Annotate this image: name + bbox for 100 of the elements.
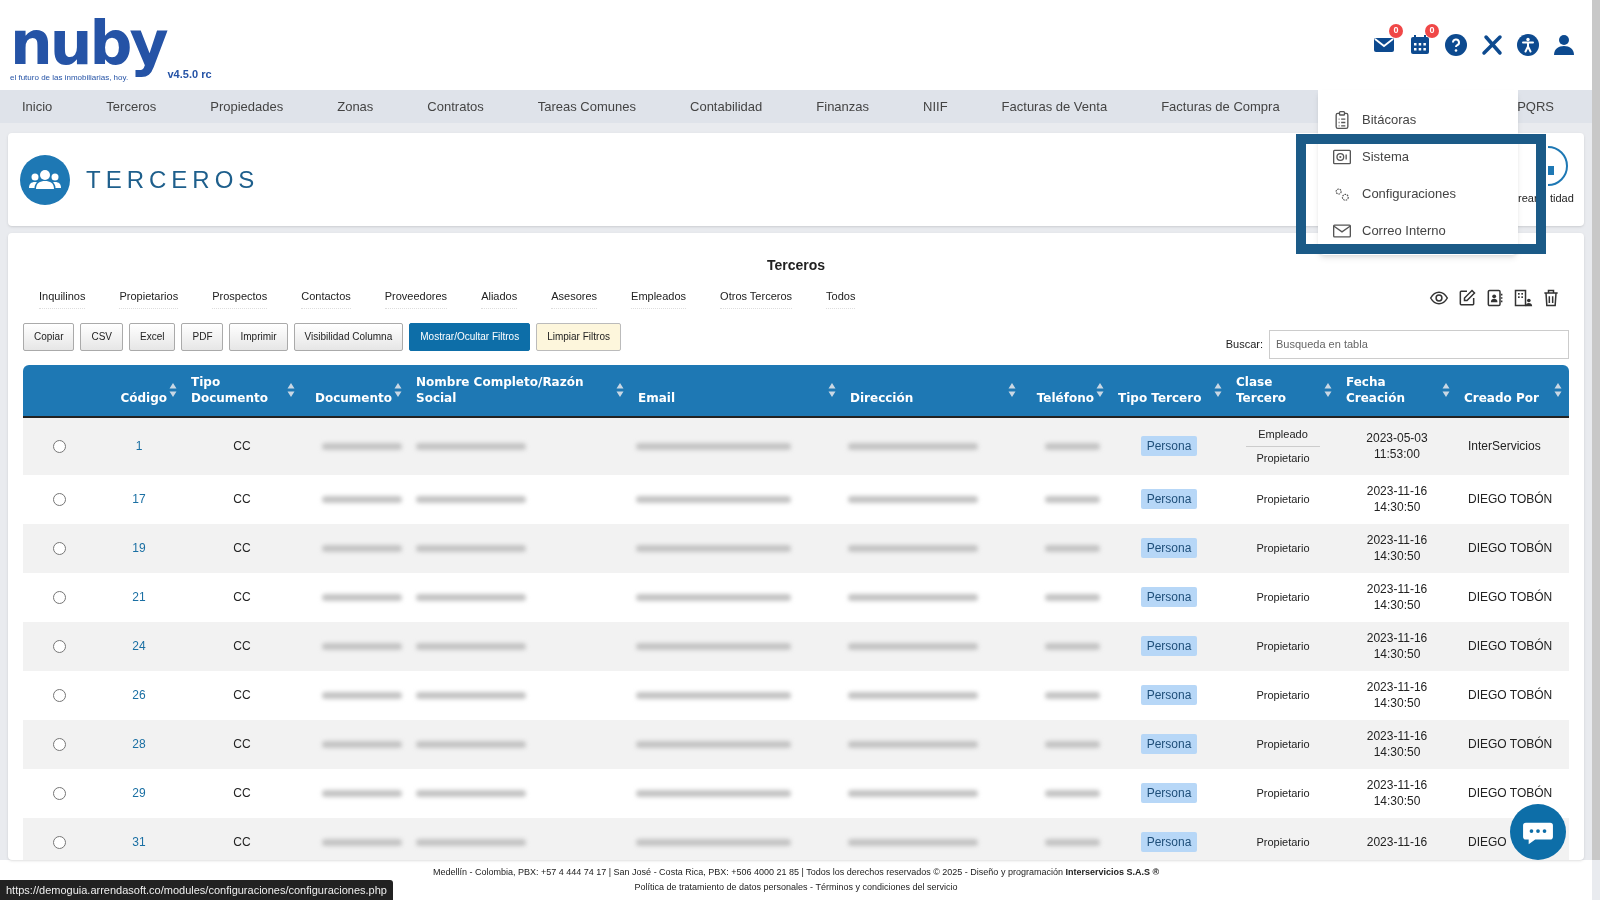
table-cell-text: CC bbox=[233, 687, 251, 704]
help-icon[interactable] bbox=[1444, 33, 1468, 57]
filter-tab[interactable]: Empleados bbox=[631, 288, 687, 309]
code-link[interactable]: 26 bbox=[132, 686, 146, 704]
dropdown-item[interactable]: Configuraciones bbox=[1332, 182, 1504, 206]
column-header[interactable]: Email bbox=[638, 389, 676, 406]
row-radio[interactable] bbox=[52, 639, 66, 653]
filter-tab[interactable]: Inquilinos bbox=[39, 288, 86, 309]
filter-tab[interactable]: Prospectos bbox=[212, 288, 268, 309]
filter-tab[interactable]: Otros Terceros bbox=[720, 288, 793, 309]
people-group-icon[interactable] bbox=[20, 154, 70, 205]
column-header[interactable]: Tipo Tercero bbox=[1118, 389, 1202, 406]
sort-arrows-icon[interactable] bbox=[1442, 381, 1450, 398]
nav-link[interactable]: Facturas de Compra bbox=[1161, 96, 1280, 117]
column-header[interactable]: Dirección bbox=[850, 389, 914, 406]
blurred-text bbox=[1045, 740, 1100, 748]
search-field[interactable]: Busqueda en tabla bbox=[1269, 329, 1569, 359]
code-link[interactable]: 24 bbox=[132, 637, 146, 655]
filter-tab[interactable]: Propietarios bbox=[119, 288, 179, 309]
filter-tab[interactable]: Proveedores bbox=[384, 288, 448, 309]
column-header[interactable]: Nombre Completo/Razón Social bbox=[416, 373, 616, 406]
filter-tab[interactable]: Todos bbox=[826, 288, 856, 309]
row-radio[interactable] bbox=[52, 541, 66, 555]
column-header[interactable]: Tipo Documento bbox=[191, 373, 287, 406]
code-link[interactable]: 31 bbox=[132, 833, 146, 851]
column-header[interactable]: Creado Por bbox=[1464, 389, 1539, 406]
code-link[interactable]: 29 bbox=[132, 784, 146, 802]
row-radio[interactable] bbox=[52, 688, 66, 702]
nav-link[interactable]: PQRS bbox=[1517, 96, 1554, 117]
user-icon[interactable] bbox=[1552, 33, 1576, 57]
column-header[interactable]: Clase Tercero bbox=[1236, 373, 1324, 406]
sort-arrows-icon[interactable] bbox=[169, 381, 177, 398]
code-link[interactable]: 1 bbox=[135, 437, 143, 455]
export-button[interactable]: Imprimir bbox=[229, 322, 288, 351]
table-cell-text: Propietario bbox=[1255, 687, 1311, 703]
trash-icon[interactable] bbox=[1541, 288, 1561, 309]
sort-arrows-icon[interactable] bbox=[1008, 381, 1016, 398]
column-header[interactable]: Teléfono bbox=[1036, 389, 1096, 406]
table-cell: 2023-11-16 bbox=[1366, 581, 1428, 597]
column-header[interactable]: Documento bbox=[314, 389, 394, 406]
export-button[interactable]: Visibilidad Columna bbox=[293, 322, 404, 351]
sort-arrows-icon[interactable] bbox=[1324, 381, 1332, 398]
row-radio[interactable] bbox=[52, 492, 66, 506]
table-cell: 2023-11-16 bbox=[1366, 679, 1428, 695]
filter-tab[interactable]: Aliados bbox=[481, 288, 518, 309]
table-cell-text: DIEGO bbox=[1468, 834, 1507, 851]
dropdown-item[interactable]: Correo Interno bbox=[1332, 219, 1504, 243]
nav-link[interactable]: Contabilidad bbox=[690, 96, 763, 117]
nav-link[interactable]: Finanzas bbox=[816, 96, 870, 117]
sort-arrows-icon[interactable] bbox=[394, 381, 402, 398]
export-button[interactable]: PDF bbox=[181, 322, 224, 351]
filter-tab[interactable]: Contactos bbox=[301, 288, 351, 309]
accessibility-icon[interactable] bbox=[1516, 33, 1540, 57]
building-person-icon[interactable] bbox=[1513, 288, 1533, 309]
row-radio[interactable] bbox=[52, 590, 66, 604]
table-cell-text: Propietario bbox=[1255, 491, 1311, 507]
sort-arrows-icon[interactable] bbox=[1214, 381, 1222, 398]
nav-link[interactable]: NIIF bbox=[923, 96, 948, 117]
sort-arrows-icon[interactable] bbox=[1096, 381, 1104, 398]
code-link[interactable]: 28 bbox=[132, 735, 146, 753]
nav-link[interactable]: Contratos bbox=[427, 96, 484, 117]
code-link[interactable]: 21 bbox=[132, 588, 146, 606]
row-radio[interactable] bbox=[52, 439, 66, 453]
export-button[interactable]: Excel bbox=[129, 322, 176, 351]
nav-link[interactable]: Terceros bbox=[106, 96, 157, 117]
nav-link[interactable]: Inicio bbox=[22, 96, 53, 117]
sort-arrows-icon[interactable] bbox=[828, 381, 836, 398]
filter-tab[interactable]: Asesores bbox=[551, 288, 598, 309]
blurred-text bbox=[1045, 442, 1100, 450]
logo-tagline: el futuro de las inmobiliarias, hoy. bbox=[10, 73, 129, 84]
column-header[interactable]: Código bbox=[120, 389, 169, 406]
row-radio[interactable] bbox=[52, 835, 66, 849]
column-header[interactable]: Fecha Creación bbox=[1346, 373, 1442, 406]
calendar-icon[interactable] bbox=[1408, 33, 1432, 57]
export-button[interactable]: Copiar bbox=[23, 322, 75, 351]
row-radio[interactable] bbox=[52, 786, 66, 800]
contact-card-icon[interactable] bbox=[1485, 288, 1505, 309]
export-button[interactable]: Limpiar Filtros bbox=[536, 322, 621, 351]
table-title: Terceros bbox=[765, 256, 827, 275]
nav-link[interactable]: Tareas Comunes bbox=[537, 96, 636, 117]
nav-link[interactable]: Zonas bbox=[337, 96, 374, 117]
dropdown-item[interactable]: Bitácoras bbox=[1332, 108, 1504, 132]
type-tag: Persona bbox=[1140, 636, 1198, 656]
sort-arrows-icon[interactable] bbox=[287, 381, 295, 398]
nav-link[interactable]: Facturas de Venta bbox=[1001, 96, 1108, 117]
row-radio[interactable] bbox=[52, 737, 66, 751]
footer-links[interactable]: Política de tratamiento de datos personales - Términos y condiciones del servicio bbox=[634, 880, 958, 895]
sort-arrows-icon[interactable] bbox=[1554, 381, 1562, 398]
sort-arrows-icon[interactable] bbox=[616, 381, 624, 398]
chat-bubble-icon[interactable] bbox=[1510, 804, 1566, 860]
scrollbar[interactable] bbox=[1592, 0, 1600, 860]
page-title: TERCEROS bbox=[86, 164, 260, 195]
export-button[interactable]: CSV bbox=[80, 322, 124, 351]
table-cell-text: Propietario bbox=[1255, 785, 1311, 801]
code-link[interactable]: 17 bbox=[132, 490, 146, 508]
safe-icon[interactable] bbox=[1332, 147, 1352, 167]
export-button[interactable]: Mostrar/Ocultar Filtros bbox=[409, 322, 531, 351]
dropdown-item[interactable]: Sistema bbox=[1332, 145, 1504, 169]
code-link[interactable]: 19 bbox=[132, 539, 146, 557]
nav-link[interactable]: Propiedades bbox=[210, 96, 284, 117]
